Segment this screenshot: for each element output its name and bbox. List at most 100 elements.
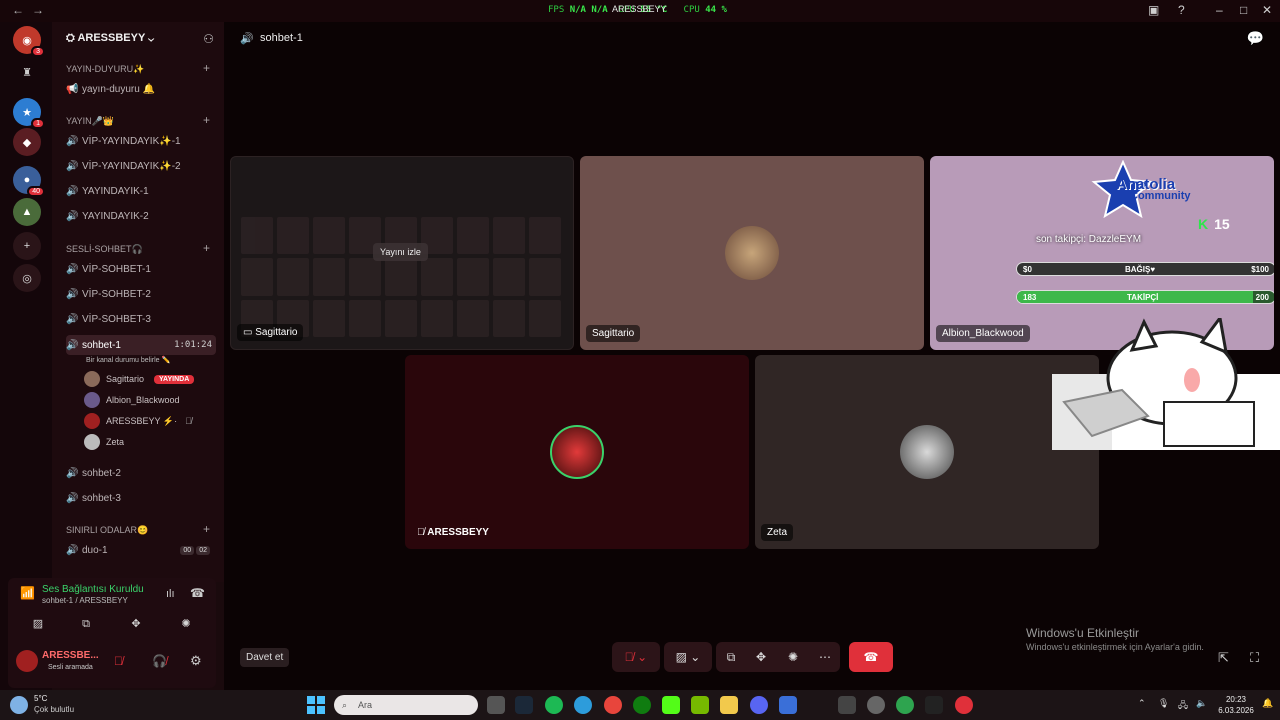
task-view-icon[interactable]: [487, 696, 505, 714]
app-icon[interactable]: [955, 696, 973, 714]
minimize-icon[interactable]: –: [1216, 3, 1223, 17]
camera-toggle-button[interactable]: ▨ ⌄: [664, 642, 712, 672]
settings-gear-icon[interactable]: ⚙: [190, 653, 202, 669]
server-icon-4[interactable]: ▲: [13, 198, 41, 226]
disconnect-icon[interactable]: ☎: [190, 586, 205, 600]
server-icon-aressbeyy[interactable]: ◆: [13, 128, 41, 156]
channel-yayindayik-2[interactable]: 🔊 YAYINDAYIK-2: [66, 206, 216, 226]
member-albion[interactable]: Albion_Blackwood: [84, 391, 180, 409]
category-announce[interactable]: YAYIN-DUYURU✨: [66, 64, 144, 75]
participant-tile-sagittario[interactable]: Sagittario: [580, 156, 924, 350]
epic-games-icon[interactable]: [925, 696, 943, 714]
signal-icon[interactable]: 📶: [20, 586, 35, 600]
app-icon[interactable]: [838, 696, 856, 714]
channel-sohbet-1[interactable]: 🔊 sohbet-1 1:01:24: [66, 335, 216, 355]
channel-vip-sohbet-1[interactable]: 🔊 VİP-SOHBET-1: [66, 259, 216, 279]
taskbar-clock[interactable]: 20:23 6.03.2026: [1216, 694, 1256, 716]
forward-arrow-icon[interactable]: →: [32, 3, 44, 17]
weather-icon[interactable]: [10, 696, 28, 714]
channel-vip-sohbet-3[interactable]: 🔊 VİP-SOHBET-3: [66, 309, 216, 329]
member-aressbeyy[interactable]: ARESSBEYY ⚡· 🎙̸: [84, 412, 192, 430]
network-icon[interactable]: 🖧: [1178, 698, 1188, 714]
headphones-muted-icon[interactable]: 🎧̸: [152, 654, 167, 668]
fullscreen-icon[interactable]: ⛶: [1250, 650, 1259, 666]
help-icon[interactable]: ?: [1178, 3, 1185, 17]
voice-channel-path[interactable]: sohbet-1 / ARESSBEYY: [42, 596, 128, 605]
participant-tile-zeta[interactable]: Zeta: [755, 355, 1099, 549]
kick-icon[interactable]: [662, 696, 680, 714]
weather-temp[interactable]: 5°C: [34, 694, 47, 703]
watch-stream-button[interactable]: Yayını izle: [373, 243, 428, 261]
server-icon-1[interactable]: ◉ 3: [13, 26, 45, 57]
pop-out-icon[interactable]: ⇱: [1218, 650, 1229, 666]
disconnect-button[interactable]: ☎: [849, 642, 893, 672]
inbox-icon[interactable]: ▣: [1148, 3, 1159, 17]
channel-yayindayik-1[interactable]: 🔊 YAYINDAYIK-1: [66, 181, 216, 201]
notification-bell-icon[interactable]: 🔔: [1262, 698, 1273, 709]
channel-announce[interactable]: 📢 yayın-duyuru 🔔: [66, 79, 216, 99]
activities-button[interactable]: ✥: [118, 614, 154, 634]
invite-button[interactable]: Davet et: [240, 648, 290, 667]
soundboard-button[interactable]: ✺: [780, 642, 806, 672]
add-channel-icon[interactable]: +: [203, 61, 210, 75]
add-channel-icon[interactable]: +: [203, 522, 210, 536]
add-channel-icon[interactable]: +: [203, 113, 210, 127]
add-channel-icon[interactable]: +: [203, 241, 210, 255]
fps-value: N/A: [569, 5, 586, 15]
chat-bubble-icon[interactable]: 💬: [1247, 30, 1264, 47]
edge-icon[interactable]: [574, 696, 592, 714]
discord-icon[interactable]: [750, 696, 768, 714]
taskbar-search[interactable]: ⌕ Ara: [334, 695, 478, 715]
member-zeta[interactable]: Zeta: [84, 433, 124, 451]
nvidia-icon[interactable]: [691, 696, 709, 714]
chevron-up-icon[interactable]: ⌃: [1138, 698, 1146, 709]
xbox-icon[interactable]: [633, 696, 651, 714]
file-explorer-icon[interactable]: [720, 696, 738, 714]
mic-toggle-button[interactable]: 🎙̸ ⌄: [612, 642, 660, 672]
activities-button[interactable]: ✥: [748, 642, 774, 672]
close-icon[interactable]: ✕: [1262, 3, 1272, 17]
screen-share-button[interactable]: ⧉: [718, 642, 744, 672]
screen-share-button[interactable]: ⧉: [68, 614, 104, 634]
camera-off-button[interactable]: ▨: [20, 614, 56, 634]
app-icon[interactable]: [779, 696, 797, 714]
app-icon[interactable]: [896, 696, 914, 714]
direct-messages-icon[interactable]: ♜: [13, 58, 41, 86]
channel-sohbet-3[interactable]: 🔊 sohbet-3: [66, 488, 216, 508]
weather-desc[interactable]: Çok bulutlu: [34, 705, 74, 714]
channel-vip-2[interactable]: 🔊 VİP-YAYINDAYIK✨-2: [66, 156, 216, 176]
soundboard-button[interactable]: ✺: [168, 614, 204, 634]
channel-status-hint[interactable]: Bir kanal durumu belirle ✏️: [86, 356, 170, 364]
current-user-name[interactable]: ARESSBE...: [42, 650, 99, 661]
noise-suppression-icon[interactable]: ılı: [166, 588, 175, 600]
discover-icon[interactable]: ◎: [13, 264, 41, 292]
category-voice[interactable]: SESLİ-SOHBET🎧: [66, 244, 143, 255]
channel-sohbet-2[interactable]: 🔊 sohbet-2: [66, 463, 216, 483]
server-name-header[interactable]: ⛭ ARESSBEYY ⌄: [66, 32, 154, 45]
channel-vip-1[interactable]: 🔊 VİP-YAYINDAYIK✨-1: [66, 131, 216, 151]
title-bar: ← → FPS N/A N/A GPU 55 °C CPU 44 % ARESS…: [0, 0, 1280, 22]
participant-tile-aressbeyy[interactable]: 🎙̸ ARESSBEYY: [405, 355, 749, 549]
maximize-icon[interactable]: □: [1240, 3, 1247, 17]
stream-tile-sagittario[interactable]: Yayını izle ▭ Sagittario: [230, 156, 574, 350]
add-friend-icon[interactable]: ⚇: [203, 32, 214, 46]
member-sagittario[interactable]: Sagittario YAYINDA: [84, 370, 195, 388]
mic-muted-icon[interactable]: 🎙̸: [114, 654, 123, 668]
avatar[interactable]: [16, 650, 38, 672]
add-server-icon[interactable]: +: [13, 232, 41, 260]
mic-tray-icon[interactable]: 🎙: [1158, 698, 1169, 709]
tile-label: Sagittario: [586, 325, 641, 342]
category-stream[interactable]: YAYIN🎤👑: [66, 116, 114, 127]
channel-vip-sohbet-2[interactable]: 🔊 VİP-SOHBET-2: [66, 284, 216, 304]
spotify-icon[interactable]: [545, 696, 563, 714]
app-icon[interactable]: [867, 696, 885, 714]
volume-icon[interactable]: 🔈: [1196, 698, 1207, 709]
start-windows-icon[interactable]: [307, 696, 325, 714]
server-icon-2[interactable]: ★ 1: [13, 98, 45, 129]
chrome-icon[interactable]: [604, 696, 622, 714]
server-icon-3[interactable]: ● 40: [13, 166, 45, 197]
more-options-button[interactable]: ⋯: [812, 642, 838, 672]
category-limited[interactable]: SINIRLI ODALAR😊: [66, 525, 148, 536]
steam-icon[interactable]: [515, 696, 533, 714]
back-arrow-icon[interactable]: ←: [12, 3, 24, 17]
